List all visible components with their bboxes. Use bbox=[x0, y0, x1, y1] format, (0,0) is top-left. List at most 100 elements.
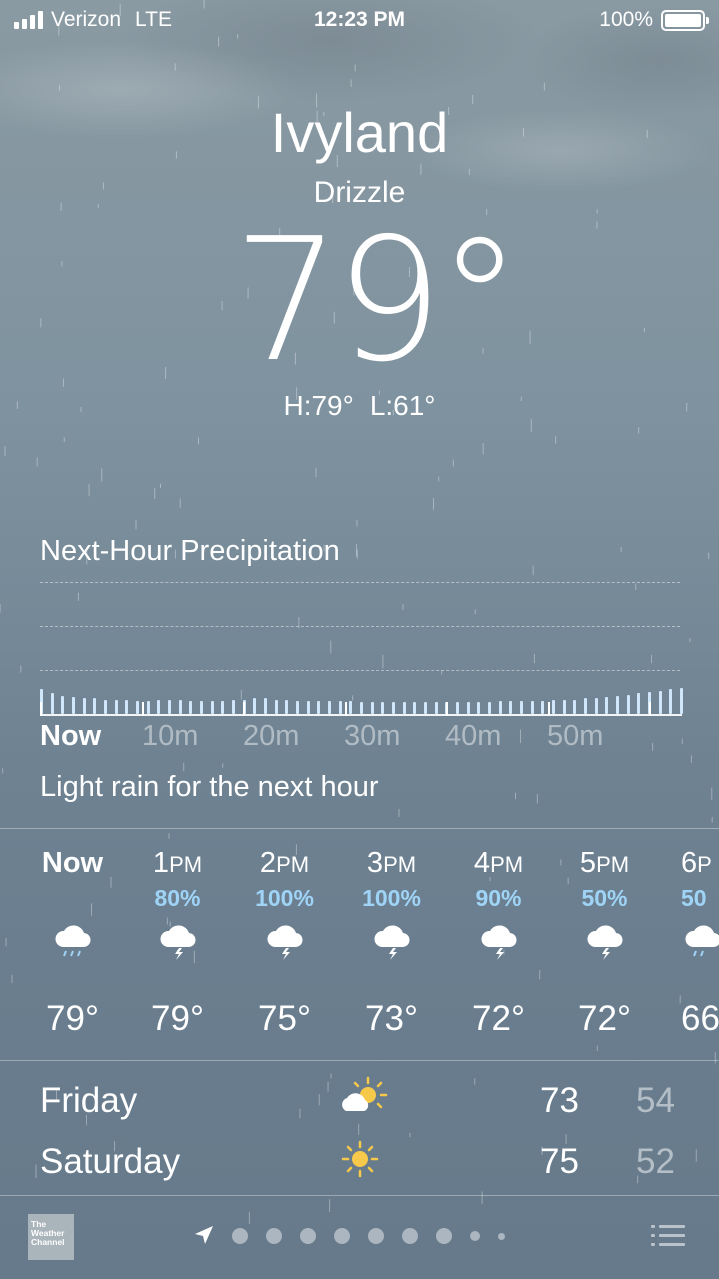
precip-bar bbox=[178, 699, 182, 714]
page-dot[interactable] bbox=[368, 1228, 384, 1244]
hour-item-2pm: 2PM 100% 75° bbox=[231, 847, 338, 1039]
precip-bar bbox=[296, 701, 299, 714]
precip-bar bbox=[530, 701, 534, 714]
precip-bar bbox=[541, 701, 545, 714]
precip-bar bbox=[520, 701, 523, 714]
precip-bar bbox=[136, 701, 139, 714]
precip-bar bbox=[61, 695, 65, 714]
hour-item-1pm: 1PM 80% 79° bbox=[124, 847, 231, 1039]
precip-bar bbox=[189, 701, 193, 714]
page-indicator[interactable] bbox=[232, 1228, 505, 1244]
page-dot[interactable] bbox=[232, 1228, 248, 1244]
page-dot[interactable] bbox=[266, 1228, 282, 1244]
precip-bar bbox=[488, 702, 491, 714]
chart-tick bbox=[344, 702, 347, 716]
precip-bar bbox=[509, 701, 513, 714]
precip-bar bbox=[264, 698, 267, 714]
page-dot[interactable] bbox=[498, 1232, 505, 1240]
precip-bar bbox=[605, 697, 609, 714]
precipitation-chart bbox=[40, 686, 683, 716]
hour-temp: 72° bbox=[578, 999, 631, 1038]
hour-item-3pm: 3PM 100% 73° bbox=[338, 847, 445, 1039]
hour-time: 5PM bbox=[579, 847, 630, 879]
high-temp: H:79° bbox=[283, 390, 354, 421]
chart-tick bbox=[547, 702, 550, 716]
precip-bar bbox=[200, 701, 203, 714]
low-temp: L:61° bbox=[369, 390, 436, 421]
day-name: Friday bbox=[40, 1081, 138, 1120]
chart-axis bbox=[40, 714, 682, 716]
hour-temp: 73° bbox=[365, 999, 418, 1038]
precip-bar bbox=[434, 702, 438, 714]
precip-bar bbox=[146, 701, 150, 714]
logo-text-line: Channel bbox=[31, 1237, 65, 1247]
cloud-lightning-icon bbox=[124, 921, 231, 971]
page-dot[interactable] bbox=[402, 1228, 418, 1244]
day-row-saturday: Saturday 75 52 bbox=[0, 1136, 719, 1186]
precip-bar bbox=[104, 699, 107, 714]
precip-bar bbox=[232, 699, 235, 714]
hour-precip-chance: 80% bbox=[154, 885, 201, 911]
precip-time-50m: 50m bbox=[547, 720, 604, 752]
hour-temp: 66 bbox=[681, 999, 719, 1037]
precip-bar bbox=[317, 701, 321, 714]
precipitation-title: Next-Hour Precipitation bbox=[40, 535, 340, 567]
chart-gridline bbox=[40, 670, 680, 671]
hour-precip-chance: 50 bbox=[681, 885, 707, 911]
precip-bar bbox=[669, 689, 673, 714]
precip-bar bbox=[168, 699, 171, 714]
cloud-lightning-icon bbox=[551, 921, 658, 971]
location-arrow-icon[interactable] bbox=[193, 1224, 215, 1251]
cloud-lightning-icon bbox=[231, 921, 338, 971]
sun-icon bbox=[334, 1136, 390, 1182]
precip-bar bbox=[392, 702, 395, 714]
page-dot[interactable] bbox=[300, 1228, 316, 1244]
precip-bar bbox=[594, 698, 598, 714]
precip-bar bbox=[253, 698, 257, 714]
precip-bar bbox=[306, 701, 310, 714]
chart-gridline bbox=[40, 626, 680, 627]
precip-bar bbox=[552, 699, 555, 714]
day-low: 52 bbox=[636, 1142, 675, 1181]
day-name: Saturday bbox=[40, 1142, 181, 1181]
hour-time: 3PM bbox=[366, 847, 417, 879]
current-temperature: 79° bbox=[232, 202, 522, 400]
precip-bar bbox=[616, 695, 619, 714]
precip-bar bbox=[658, 690, 662, 714]
precip-bar bbox=[562, 699, 566, 714]
chart-tick bbox=[243, 702, 245, 716]
list-icon[interactable] bbox=[651, 1223, 685, 1254]
chart-tick bbox=[40, 702, 42, 716]
precip-bar bbox=[50, 693, 54, 714]
precip-bar bbox=[360, 702, 363, 714]
day-high: 75 bbox=[540, 1142, 579, 1181]
weather-channel-logo[interactable]: The Weather Channel bbox=[28, 1214, 74, 1260]
page-dot[interactable] bbox=[334, 1228, 350, 1244]
day-low: 54 bbox=[636, 1081, 675, 1120]
precip-bar bbox=[349, 701, 353, 714]
page-dot[interactable] bbox=[436, 1228, 452, 1244]
precip-time-20m: 20m bbox=[243, 720, 300, 752]
day-high: 73 bbox=[540, 1081, 579, 1120]
hour-precip-chance bbox=[19, 885, 126, 915]
hour-item-5pm: 5PM 50% 72° bbox=[551, 847, 658, 1039]
precip-bar bbox=[498, 701, 502, 714]
precip-bar bbox=[274, 699, 278, 714]
precip-bar bbox=[72, 697, 75, 714]
hour-time: 1PM bbox=[152, 847, 203, 879]
precip-time-now: Now bbox=[40, 720, 102, 752]
hour-precip-chance: 100% bbox=[255, 885, 314, 911]
hour-time: 6P bbox=[681, 847, 712, 879]
precip-bar bbox=[338, 701, 342, 714]
precip-bar bbox=[125, 699, 129, 714]
hour-temp: 79° bbox=[46, 999, 99, 1038]
precip-bar bbox=[584, 698, 587, 714]
divider bbox=[0, 1060, 719, 1061]
page-dot[interactable] bbox=[470, 1231, 480, 1241]
divider bbox=[0, 828, 719, 829]
precip-bar bbox=[370, 702, 374, 714]
precip-bar bbox=[413, 702, 417, 714]
hour-time: 4PM bbox=[473, 847, 524, 879]
precip-bar bbox=[114, 699, 118, 714]
cloud-lightning-icon bbox=[338, 921, 445, 971]
